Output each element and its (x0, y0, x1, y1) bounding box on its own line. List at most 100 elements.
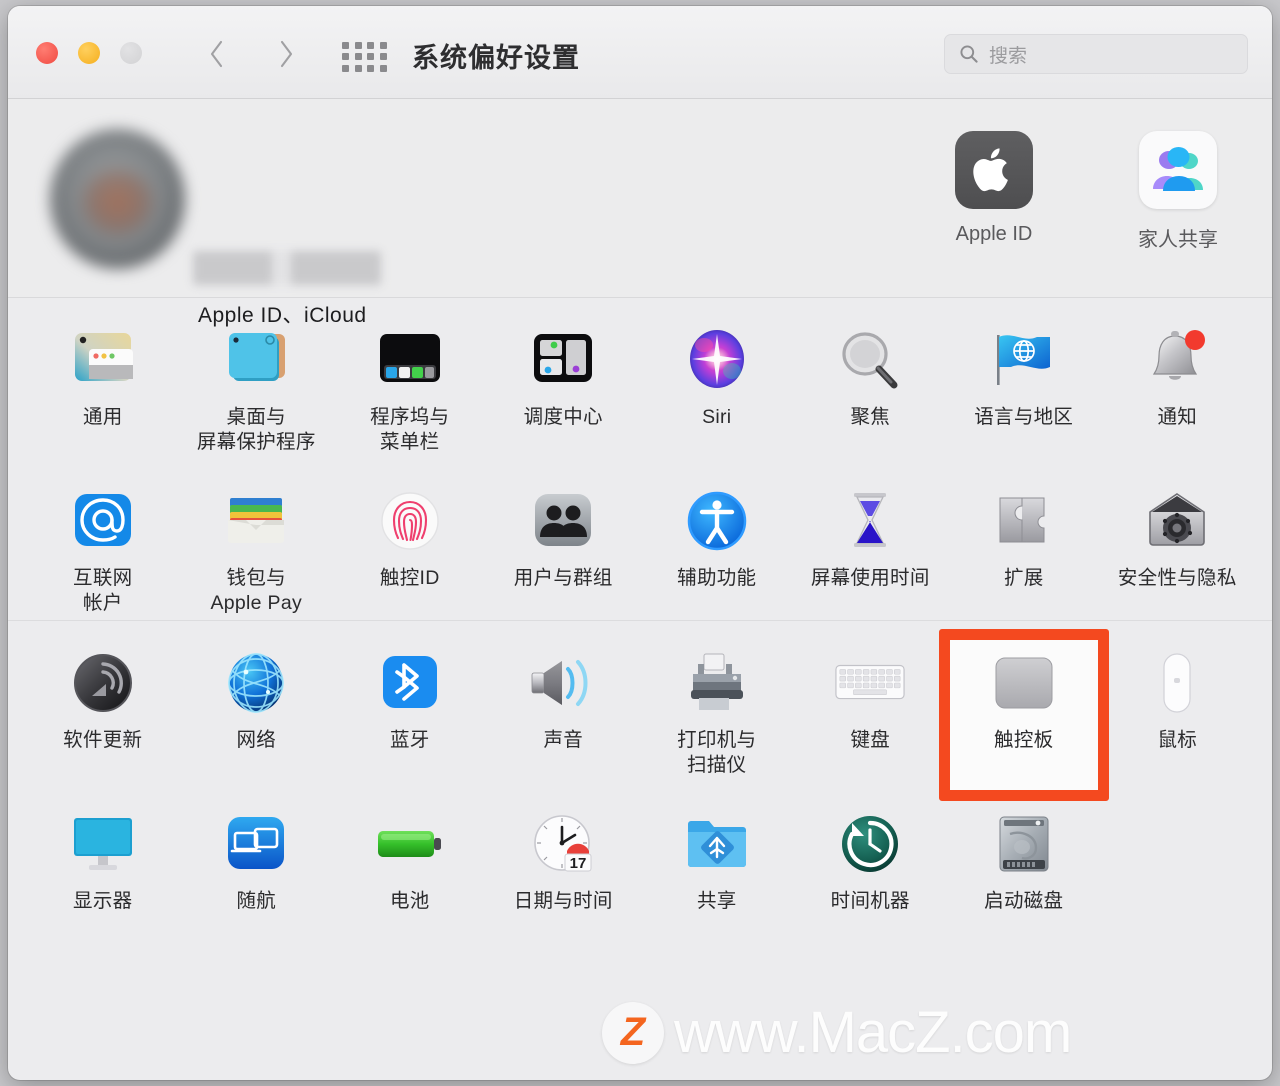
touch-id-icon (374, 485, 446, 557)
dock-menubar-icon (374, 324, 446, 396)
grid-dot (354, 64, 362, 72)
apple-id-banner[interactable]: Apple ID、iCloud Apple ID 家人共享 (8, 99, 1272, 327)
pref-label: 安全性与隐私 (1117, 567, 1237, 589)
pref-accessibility[interactable]: 辅助功能 (640, 459, 794, 620)
grid-dot (342, 53, 349, 61)
pref-label: 鼠标 (1157, 729, 1198, 751)
section-hardware: 软件更新 网络 蓝牙 声音 打印机与 扫描仪 键盘 触控板 鼠标 显示器 随航 … (8, 620, 1272, 918)
pref-label: 用户与群组 (513, 567, 613, 589)
show-all-button[interactable] (342, 42, 388, 72)
pref-sidecar[interactable]: 随航 (180, 782, 334, 918)
battery-icon (374, 808, 446, 880)
zoom-button[interactable] (120, 42, 142, 64)
pref-general[interactable]: 通用 (26, 298, 180, 459)
printers-scanners-icon (681, 647, 753, 719)
pref-startup-disk[interactable]: 启动磁盘 (947, 782, 1101, 918)
avatar[interactable] (50, 129, 185, 269)
watermark: Z www.MacZ.com (602, 999, 1072, 1066)
close-button[interactable] (36, 42, 58, 64)
pref-trackpad[interactable]: 触控板 (947, 621, 1101, 782)
pref-sharing[interactable]: 共享 (640, 782, 794, 918)
pref-date-time[interactable]: 17 日期与时间 (487, 782, 641, 918)
pref-empty-slot (1101, 782, 1255, 918)
pref-label: 通用 (82, 406, 123, 428)
language-region-icon (988, 324, 1060, 396)
pref-mission-control[interactable]: 调度中心 (487, 298, 641, 459)
pref-sound[interactable]: 声音 (487, 621, 641, 782)
pref-label: 蓝牙 (389, 729, 430, 751)
trackpad-icon (988, 647, 1060, 719)
pref-label: 触控ID (379, 567, 440, 589)
pref-label: 电池 (389, 890, 430, 912)
window-title: 系统偏好设置 (412, 43, 580, 73)
sound-icon (527, 647, 599, 719)
pref-internet-accounts[interactable]: 互联网 帐户 (26, 459, 180, 620)
pref-security-privacy[interactable]: 安全性与隐私 (1101, 459, 1255, 620)
pref-users-groups[interactable]: 用户与群组 (487, 459, 641, 620)
security-privacy-icon (1141, 485, 1213, 557)
pref-language-region[interactable]: 语言与地区 (947, 298, 1101, 459)
pref-desktop-screensaver[interactable]: 桌面与 屏幕保护程序 (180, 298, 334, 459)
chevron-right-icon (280, 40, 292, 68)
pref-software-update[interactable]: 软件更新 (26, 621, 180, 782)
pref-screen-time[interactable]: 屏幕使用时间 (794, 459, 948, 620)
pref-bluetooth[interactable]: 蓝牙 (333, 621, 487, 782)
pref-mouse[interactable]: 鼠标 (1101, 621, 1255, 782)
pref-wallet-applepay[interactable]: 钱包与 Apple Pay (180, 459, 334, 620)
pref-label: Siri (702, 406, 732, 428)
pref-label: 语言与地区 (974, 406, 1074, 428)
grid-dot (342, 64, 349, 72)
titlebar: 系统偏好设置 搜索 (8, 6, 1272, 99)
pref-dock-menubar[interactable]: 程序坞与 菜单栏 (333, 298, 487, 459)
forward-button[interactable] (264, 32, 308, 76)
pref-label: 启动磁盘 (984, 890, 1064, 912)
pref-label: 软件更新 (63, 729, 143, 751)
internet-accounts-icon (67, 485, 139, 557)
mouse-icon (1141, 647, 1213, 719)
pref-time-machine[interactable]: 时间机器 (794, 782, 948, 918)
watermark-text: www.MacZ.com (674, 1000, 1072, 1065)
pref-label: 钱包与 Apple Pay (210, 567, 303, 614)
system-preferences-window: 系统偏好设置 搜索 Apple ID、iCloud Apple ID 家人共享 … (8, 6, 1272, 1080)
wallet-applepay-icon (220, 485, 292, 557)
pref-spotlight[interactable]: 聚焦 (794, 298, 948, 459)
pref-label: 扩展 (1003, 567, 1044, 589)
pref-label: 调度中心 (523, 406, 603, 428)
pref-notifications[interactable]: 通知 (1101, 298, 1255, 459)
pref-apple-id[interactable]: Apple ID (934, 131, 1054, 252)
apple-logo-icon (955, 131, 1033, 209)
spotlight-icon (834, 324, 906, 396)
empty-icon (1141, 808, 1213, 880)
icon-row: 显示器 随航 电池 17 日期与时间 共享 时间机器 启动磁盘 (8, 782, 1272, 918)
pref-extensions[interactable]: 扩展 (947, 459, 1101, 620)
account-tiles: Apple ID 家人共享 (934, 131, 1238, 252)
pref-battery[interactable]: 电池 (333, 782, 487, 918)
pref-label: 通知 (1157, 406, 1198, 428)
pref-label: 显示器 (73, 890, 133, 912)
pref-label: 程序坞与 菜单栏 (370, 406, 450, 453)
minimize-button[interactable] (78, 42, 100, 64)
pref-keyboard[interactable]: 键盘 (794, 621, 948, 782)
traffic-lights (36, 42, 142, 64)
time-machine-icon (834, 808, 906, 880)
pref-label: 桌面与 屏幕保护程序 (196, 406, 316, 453)
pref-label: 聚焦 (850, 406, 891, 428)
back-button[interactable] (194, 32, 238, 76)
pref-displays[interactable]: 显示器 (26, 782, 180, 918)
pref-touch-id[interactable]: 触控ID (333, 459, 487, 620)
pref-label: 随航 (236, 890, 277, 912)
search-field[interactable]: 搜索 (944, 34, 1248, 74)
icon-row: 软件更新 网络 蓝牙 声音 打印机与 扫描仪 键盘 触控板 鼠标 (8, 621, 1272, 782)
pref-network[interactable]: 网络 (180, 621, 334, 782)
pref-printers-scanners[interactable]: 打印机与 扫描仪 (640, 621, 794, 782)
pref-label: 声音 (543, 729, 584, 751)
account-name-redacted (193, 251, 381, 285)
pref-family-sharing[interactable]: 家人共享 (1118, 131, 1238, 252)
pref-label: 键盘 (850, 729, 891, 751)
chevron-left-icon (210, 40, 222, 68)
pref-siri[interactable]: Siri (640, 298, 794, 459)
sidecar-icon (220, 808, 292, 880)
pref-label: 日期与时间 (513, 890, 613, 912)
calendar-day-number: 17 (570, 855, 587, 872)
pref-label: 网络 (236, 729, 277, 751)
